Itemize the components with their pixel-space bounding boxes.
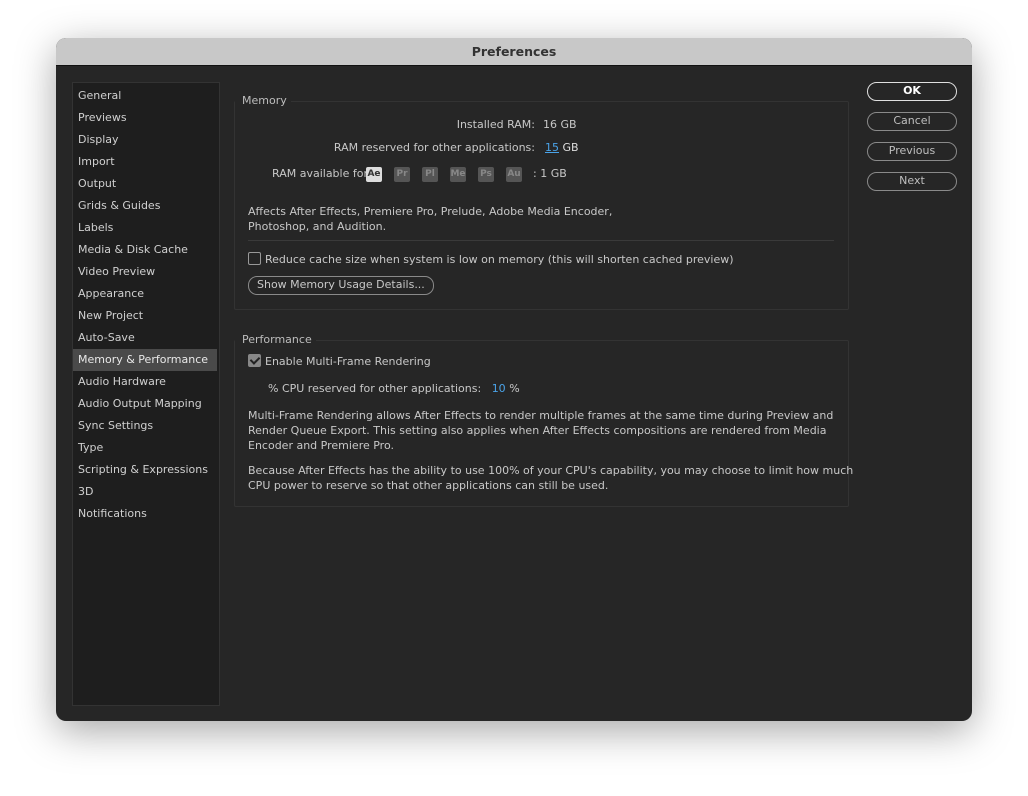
next-button[interactable]: Next [867,172,957,191]
reduce-cache-checkbox[interactable]: Reduce cache size when system is low on … [248,252,734,266]
checkmark-icon[interactable] [248,354,261,367]
sidebar-item-new-project[interactable]: New Project [73,305,217,327]
mfr-label: Enable Multi-Frame Rendering [265,355,431,368]
sidebar-item-3d[interactable]: 3D [73,481,217,503]
previous-button[interactable]: Previous [867,142,957,161]
sidebar-item-video-preview[interactable]: Video Preview [73,261,217,283]
ram-available-value: : 1 GB [533,167,567,180]
preferences-window: Preferences General Previews Display Import… [56,38,972,721]
app-badge-ps: Ps [478,167,494,182]
cpu-reserved-label: % CPU reserved for other applications: [268,382,482,395]
app-badge-me: Me [450,167,466,182]
sidebar-item-labels[interactable]: Labels [73,217,217,239]
sidebar-item-display[interactable]: Display [73,129,217,151]
app-badge-au: Au [506,167,522,182]
app-badges: Ae Pr Pl Me Ps Au [366,166,534,182]
ram-reserved-unit: GB [562,141,579,154]
sidebar-item-notifications[interactable]: Notifications [73,503,217,525]
performance-label: Performance [235,333,316,346]
sidebar-item-scripting-expressions[interactable]: Scripting & Expressions [73,459,217,481]
cpu-unit: % [509,382,520,395]
ram-reserved-label: RAM reserved for other applications: [333,141,535,154]
sidebar-item-audio-output-mapping[interactable]: Audio Output Mapping [73,393,217,415]
performance-description-3: Encoder and Premiere Pro. [248,439,394,452]
reduce-cache-label: Reduce cache size when system is low on … [265,253,734,266]
ram-reserved-input[interactable]: 15 [545,141,559,154]
sidebar-item-previews[interactable]: Previews [73,107,217,129]
sidebar-item-memory-performance[interactable]: Memory & Performance [73,349,217,371]
sidebar-item-audio-hardware[interactable]: Audio Hardware [73,371,217,393]
sidebar-item-auto-save[interactable]: Auto-Save [73,327,217,349]
sidebar-item-grids-guides[interactable]: Grids & Guides [73,195,217,217]
performance-description-4: Because After Effects has the ability to… [248,464,854,477]
installed-ram-value: 16 GB [543,118,577,131]
sidebar-item-import[interactable]: Import [73,151,217,173]
memory-description-2: Photoshop, and Audition. [248,220,387,233]
app-badge-ae: Ae [366,167,382,182]
sidebar-item-general[interactable]: General [73,85,217,107]
performance-description-1: Multi-Frame Rendering allows After Effec… [248,409,834,422]
app-badge-pl: Pl [422,167,438,182]
performance-description-5: CPU power to reserve so that other appli… [248,479,609,492]
sidebar-item-media-disk-cache[interactable]: Media & Disk Cache [73,239,217,261]
cpu-reserved-input[interactable]: 10 [492,382,506,395]
sidebar-item-sync-settings[interactable]: Sync Settings [73,415,217,437]
show-memory-usage-details-button[interactable]: Show Memory Usage Details... [248,276,434,295]
ok-button[interactable]: OK [867,82,957,101]
cancel-button[interactable]: Cancel [867,112,957,131]
installed-ram-label: Installed RAM: [456,118,535,131]
performance-description-2: Render Queue Export. This setting also a… [248,424,827,437]
multi-frame-rendering-checkbox[interactable]: Enable Multi-Frame Rendering [248,354,431,368]
sidebar: General Previews Display Import Output Grids … [72,82,220,706]
checkbox-icon[interactable] [248,252,261,265]
app-badge-pr: Pr [394,167,410,182]
ram-available-label: RAM available for [272,167,368,180]
memory-label: Memory [235,94,291,107]
window-title: Preferences [56,38,972,66]
sidebar-item-output[interactable]: Output [73,173,217,195]
memory-description-1: Affects After Effects, Premiere Pro, Pre… [248,205,613,218]
sidebar-item-type[interactable]: Type [73,437,217,459]
sidebar-item-appearance[interactable]: Appearance [73,283,217,305]
